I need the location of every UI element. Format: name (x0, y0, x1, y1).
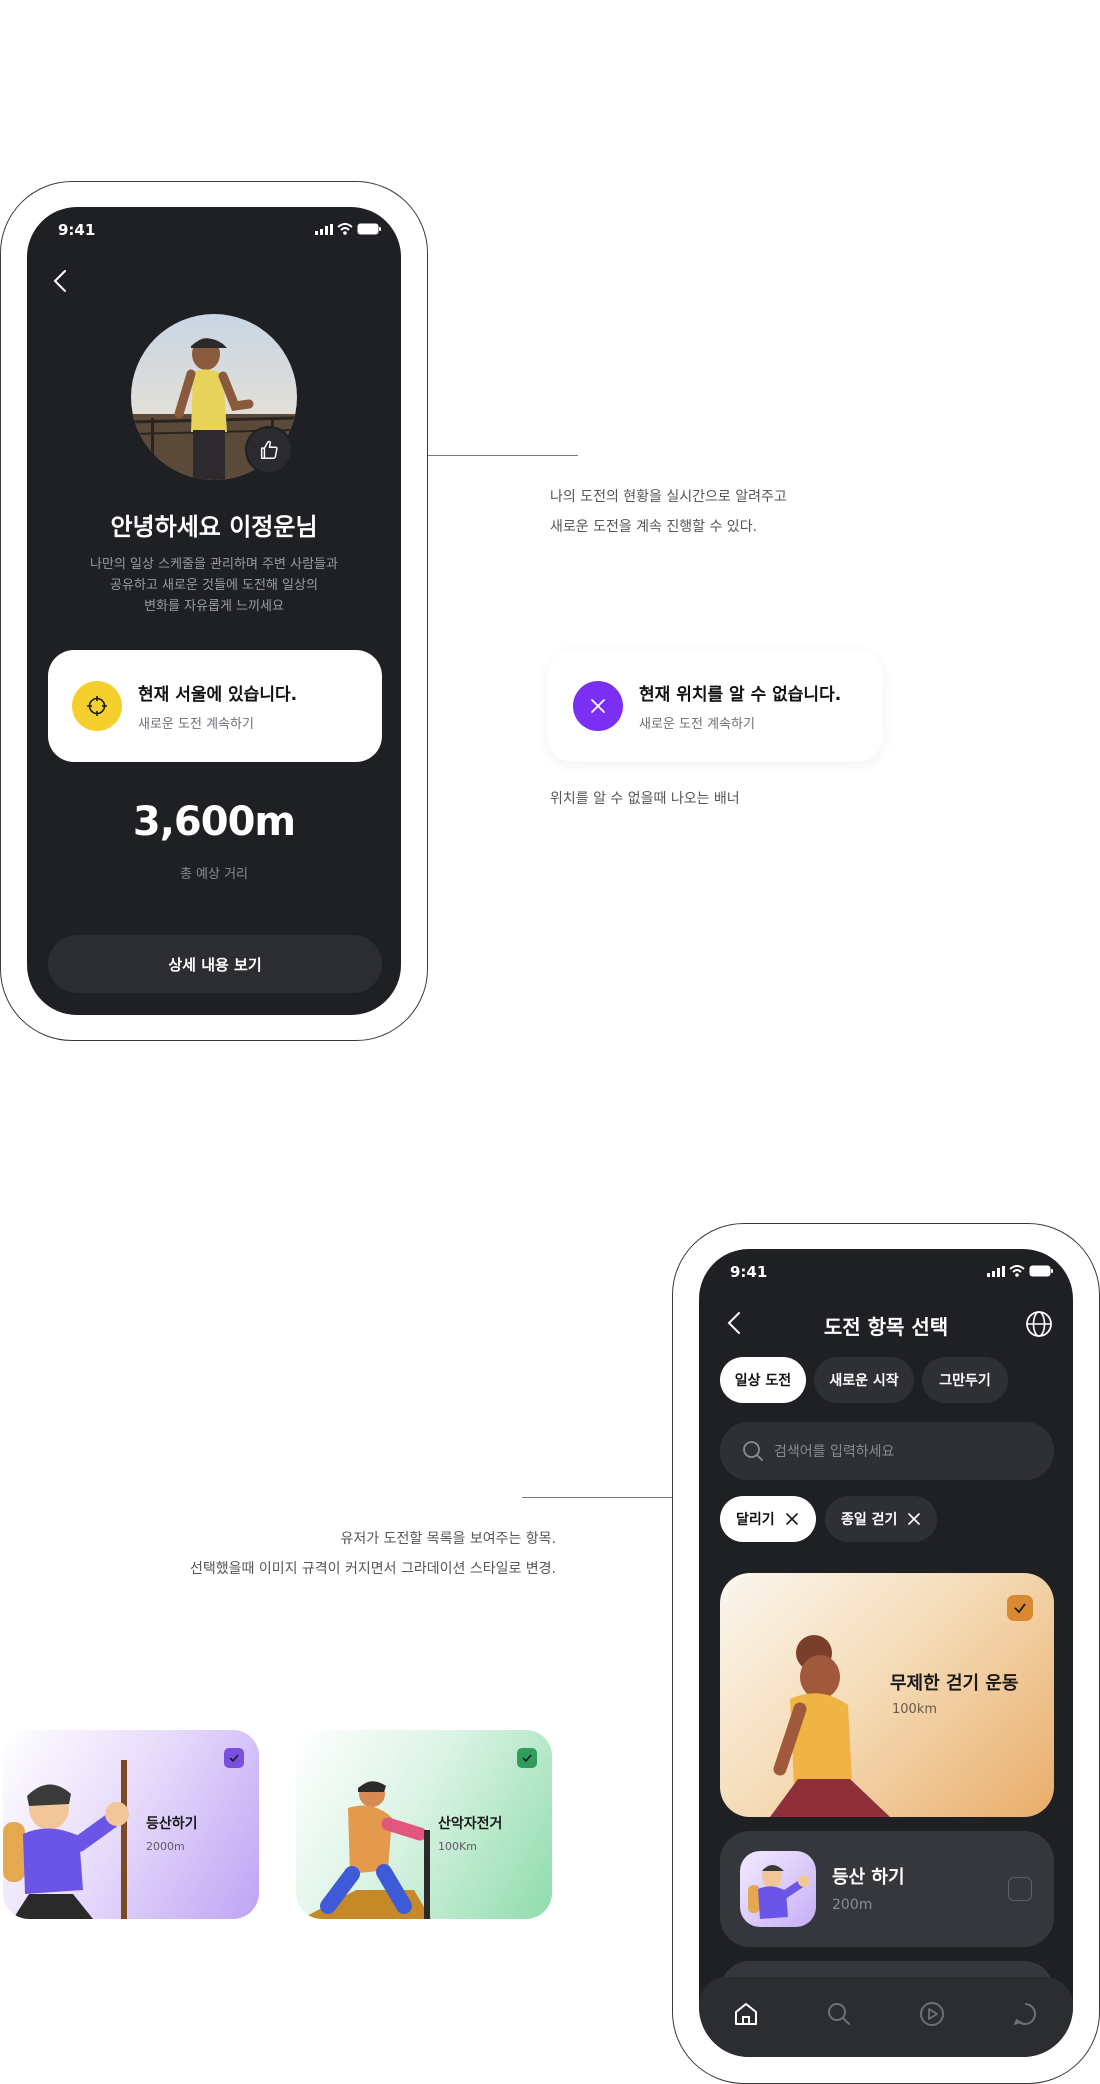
phone-frame-challenge: 9:41 도전 항목 선택 일상 도전 새로운 시작 그만두기 검색어를 입력하… (672, 1223, 1100, 2084)
like-button[interactable] (245, 426, 293, 474)
small-card-title: 등산하기 (146, 1816, 198, 1832)
thumbs-up-icon (260, 440, 278, 459)
greeting-title: 안녕하세요 이정운님 (110, 513, 318, 541)
signal-icon (987, 1265, 1005, 1277)
chip-label: 달리기 (736, 1512, 775, 1528)
status-icons (987, 1265, 1053, 1277)
tab-quit[interactable]: 그만두기 (922, 1357, 1008, 1403)
globe-icon[interactable] (1025, 1310, 1053, 1338)
featured-check[interactable] (1007, 1595, 1033, 1621)
small-card-mtb[interactable]: 산악자전거 100Km (296, 1730, 552, 1919)
challenge-list-item[interactable]: 등산 하기 200m (720, 1831, 1054, 1947)
signal-icon (315, 223, 333, 235)
search-icon (828, 2003, 850, 2025)
featured-title: 무제한 걷기 운동 (890, 1673, 1019, 1694)
tab-home[interactable] (731, 1999, 761, 2029)
error-title: 현재 위치를 알 수 없습니다. (639, 685, 842, 705)
chip-running[interactable]: 달리기 (720, 1496, 816, 1542)
distance-label: 총 예상 거리 (179, 867, 249, 882)
small-card-subtitle: 100Km (438, 1840, 477, 1853)
location-error-banner[interactable]: 현재 위치를 알 수 없습니다. 새로운 도전 계속하기 (547, 650, 883, 762)
greeting-description: 나만의 일상 스케줄을 관리하며 주변 사람들과 공유하고 새로운 것들에 도전… (90, 557, 338, 614)
profile-screen: 9:41 안녕하세요 이정운님 나만의 일상 스케줄을 관리하며 주변 사람들과… (27, 207, 401, 1015)
banner-note: 위치를 알 수 없을때 나오는 배너 (550, 791, 740, 807)
small-card-check[interactable] (517, 1748, 537, 1768)
list-item-checkbox[interactable] (1008, 1877, 1032, 1901)
search-placeholder: 검색어를 입력하세요 (774, 1444, 895, 1460)
close-icon (591, 699, 605, 713)
check-icon (229, 1754, 239, 1763)
chip-all-day-walk[interactable]: 종일 걷기 (825, 1496, 937, 1542)
small-card-check[interactable] (224, 1748, 244, 1768)
location-card[interactable]: 현재 서울에 있습니다. 새로운 도전 계속하기 (48, 650, 382, 762)
tab-play[interactable] (917, 1999, 947, 2029)
battery-icon (357, 223, 381, 235)
small-card-title: 산악자전거 (438, 1816, 503, 1832)
search-input[interactable]: 검색어를 입력하세요 (720, 1422, 1054, 1480)
list-item-subtitle: 200m (832, 1897, 873, 1913)
chip-label: 종일 걷기 (841, 1512, 898, 1528)
location-icon-circle (72, 681, 122, 731)
phone-frame-profile: 9:41 안녕하세요 이정운님 나만의 일상 스케줄을 관리하며 주변 사람들과… (0, 181, 428, 1041)
status-icons (315, 223, 381, 235)
wifi-icon (1009, 1265, 1025, 1277)
bottom-tab-bar (699, 1977, 1073, 2057)
small-card-subtitle: 2000m (146, 1840, 185, 1853)
cyclist-illustration (301, 1781, 431, 1919)
remove-icon[interactable] (785, 1512, 799, 1526)
connector-line-1 (428, 455, 578, 456)
featured-challenge-card[interactable]: 무제한 걷기 운동 100km (720, 1573, 1054, 1817)
play-icon (920, 2002, 944, 2026)
list-item-thumbnail (740, 1851, 816, 1927)
tab-new-start[interactable]: 새로운 시작 (814, 1357, 914, 1403)
battery-icon (1029, 1265, 1053, 1277)
error-subtitle: 새로운 도전 계속하기 (639, 717, 755, 732)
list-item-title: 등산 하기 (832, 1867, 905, 1888)
walker-illustration (770, 1635, 890, 1817)
hiker-illustration (3, 1760, 129, 1919)
back-icon[interactable] (53, 269, 67, 293)
remove-icon[interactable] (907, 1512, 921, 1526)
tab-chat[interactable] (1010, 1999, 1040, 2029)
error-icon-circle (573, 681, 623, 731)
crosshair-icon (87, 696, 107, 716)
featured-subtitle: 100km (892, 1702, 938, 1717)
status-time: 9:41 (58, 221, 96, 239)
list-note: 유저가 도전할 목록을 보여주는 항목. 선택했을때 이미지 규격이 커지면서 … (189, 1531, 556, 1577)
wifi-icon (337, 223, 353, 235)
home-icon (735, 2003, 757, 2025)
total-distance: 3,600m (132, 799, 296, 845)
page-title: 도전 항목 선택 (823, 1315, 949, 1339)
tab-daily-challenge[interactable]: 일상 도전 (720, 1357, 806, 1403)
search-icon (743, 1441, 763, 1461)
location-title: 현재 서울에 있습니다. (138, 685, 298, 705)
small-card-hiking[interactable]: 등산하기 2000m (3, 1730, 259, 1919)
profile-note: 나의 도전의 현황을 실시간으로 알려주고 새로운 도전을 계속 진행할 수 있… (550, 489, 787, 535)
check-icon (1014, 1603, 1026, 1614)
chat-icon (1014, 2003, 1036, 2025)
challenge-screen: 9:41 도전 항목 선택 일상 도전 새로운 시작 그만두기 검색어를 입력하… (699, 1249, 1073, 2057)
location-subtitle: 새로운 도전 계속하기 (138, 717, 254, 732)
detail-button[interactable]: 상세 내용 보기 (48, 935, 382, 993)
connector-line-2 (522, 1497, 672, 1498)
status-time: 9:41 (730, 1263, 768, 1281)
tab-search[interactable] (824, 1999, 854, 2029)
check-icon (522, 1754, 532, 1763)
